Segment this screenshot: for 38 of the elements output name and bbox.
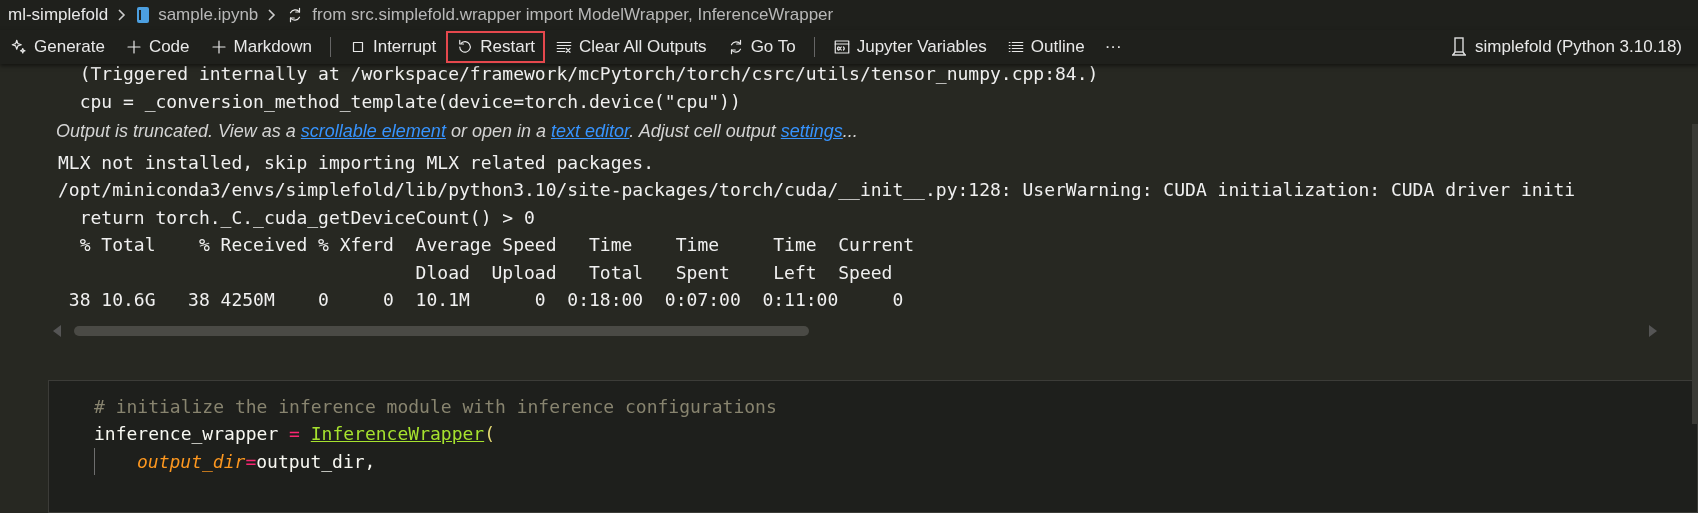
toolbar-button[interactable]: Jupyter Variables: [822, 31, 997, 63]
code-line: output_dir=output_dir,: [137, 449, 376, 474]
truncation-notice: Output is truncated. View as a scrollable element or open in a text editor. Adjust cell output settings...: [56, 120, 858, 143]
link[interactable]: settings: [780, 121, 843, 141]
code-line: # initialize the inference module with inference configurations: [94, 394, 777, 419]
output-line: (Triggered internally at /workspace/framework/mcPytorch/torch/csrc/utils/tensor_numpy.cpp:84.): [78, 62, 1099, 86]
output-line: % Total % Received % Xferd Average Speed Time Time Time Current: [78, 233, 915, 257]
toolbar-button[interactable]: Go To: [716, 31, 806, 63]
output-line: Dload Upload Total Spent Left Speed: [414, 260, 893, 285]
computer-icon: [1451, 37, 1468, 57]
output-line: return torch._C._cuda_getDeviceCount() > 0: [78, 205, 535, 230]
vertical-scrollbar[interactable]: [1692, 124, 1698, 424]
code-cell[interactable]: # initialize the inference module with inference configurations inference_wrapper = InferenceWrapper( output_dir=output_dir,: [48, 379, 1698, 513]
link[interactable]: text editor: [550, 121, 630, 141]
toolbar-button[interactable]: Markdown: [199, 31, 322, 63]
breadcrumb-item[interactable]: from src.simplefold.wrapper import ModelWrapper, InferenceWrapper: [312, 2, 834, 28]
toolbar-button[interactable]: Outline: [996, 31, 1095, 63]
toolbar-button[interactable]: Interrupt: [338, 31, 447, 63]
code-line: inference_wrapper = InferenceWrapper(: [94, 422, 495, 446]
horizontal-scrollbar[interactable]: [74, 325, 809, 336]
toolbar-button[interactable]: Restart: [446, 31, 546, 63]
scroll-right-icon[interactable]: [1648, 324, 1658, 337]
kernel-picker[interactable]: simplefold (Python 3.10.18): [1451, 34, 1682, 60]
output-line: 38 10.6G 38 4250M 0 0 10.1M 0 0:18:00 0:07:00 0:11:00 0: [67, 288, 904, 312]
breadcrumb-item[interactable]: ml-simplefold: [8, 2, 109, 28]
toolbar-button[interactable]: ···: [1094, 31, 1132, 63]
toolbar-button[interactable]: Generate: [0, 31, 115, 63]
notebook-icon: [136, 6, 151, 24]
toolbar-button[interactable]: Code: [114, 31, 200, 63]
link[interactable]: scrollable element: [300, 121, 446, 141]
output-line: MLX not installed, skip importing MLX related packages.: [58, 150, 655, 175]
scroll-left-icon[interactable]: [52, 324, 62, 337]
variables-icon: [832, 38, 851, 56]
output-line: /opt/miniconda3/envs/simplefold/lib/python3.10/site-packages/torch/cuda/__init__.py:128: UserWarning: CUDA initialization: CUDA driver initi: [58, 178, 1576, 202]
output-line: cpu = _conversion_method_template(device=torch.device("cpu")): [78, 89, 741, 114]
sparkle-icon: [10, 38, 28, 56]
breadcrumb-item[interactable]: sample.ipynb: [158, 2, 259, 28]
toolbar-button[interactable]: Clear All Outputs: [545, 31, 717, 63]
